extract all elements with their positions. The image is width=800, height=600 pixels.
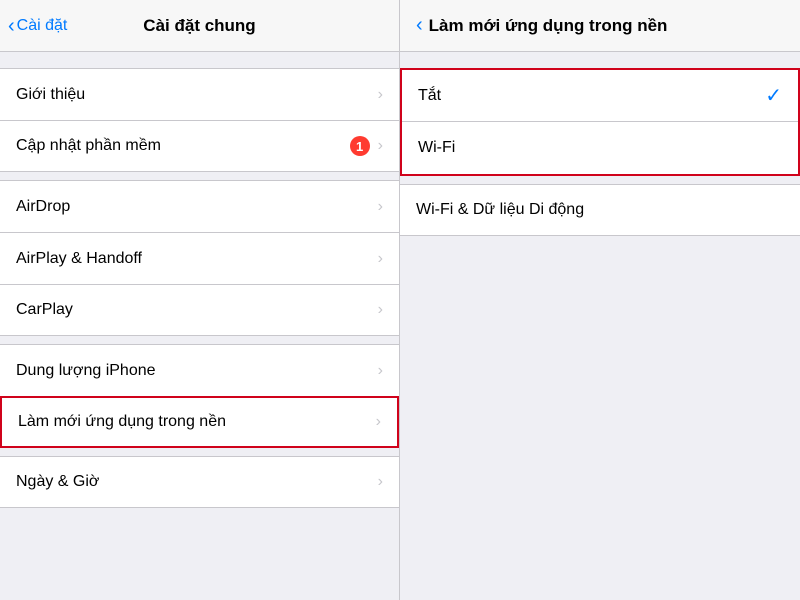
airdrop-chevron: › — [378, 198, 383, 216]
dung-luong-chevron: › — [378, 362, 383, 380]
ngay-gio-chevron: › — [378, 473, 383, 491]
left-nav-title: Cài đặt chung — [143, 16, 255, 36]
left-group-2: AirDrop › AirPlay & Handoff › CarPlay › — [0, 180, 399, 336]
left-item-lam-moi[interactable]: Làm mới ứng dụng trong nền › — [0, 396, 399, 448]
left-item-gioi-thieu[interactable]: Giới thiệu › — [0, 68, 399, 120]
left-item-carplay[interactable]: CarPlay › — [0, 284, 399, 336]
option-wifi[interactable]: Wi-Fi — [402, 122, 798, 174]
dung-luong-label: Dung lượng iPhone — [16, 362, 378, 380]
options-boxed-group: Tắt ✓ Wi-Fi — [400, 68, 800, 176]
left-item-airdrop[interactable]: AirDrop › — [0, 180, 399, 232]
left-item-dung-luong[interactable]: Dung lượng iPhone › — [0, 344, 399, 396]
carplay-label: CarPlay — [16, 301, 378, 319]
lam-moi-label: Làm mới ứng dụng trong nền — [18, 413, 376, 431]
wifi-label: Wi-Fi — [418, 139, 782, 157]
airplay-label: AirPlay & Handoff — [16, 250, 378, 268]
tat-label: Tắt — [418, 87, 765, 105]
cap-nhat-label: Cập nhật phần mềm — [16, 137, 350, 155]
option-wifi-data[interactable]: Wi-Fi & Dữ liệu Di động — [400, 184, 800, 236]
left-back-label: Cài đặt — [17, 17, 68, 35]
left-group-1: Giới thiệu › Cập nhật phần mềm 1 › — [0, 68, 399, 172]
lam-moi-chevron: › — [376, 413, 381, 431]
gioi-thieu-chevron: › — [378, 86, 383, 104]
left-item-cap-nhat[interactable]: Cập nhật phần mềm 1 › — [0, 120, 399, 172]
right-back-icon[interactable]: ‹ — [416, 14, 423, 37]
cap-nhat-chevron: › — [378, 137, 383, 155]
right-panel: ‹ Làm mới ứng dụng trong nền Tắt ✓ Wi-Fi… — [400, 0, 800, 600]
airdrop-label: AirDrop — [16, 198, 378, 216]
right-content: Tắt ✓ Wi-Fi Wi-Fi & Dữ liệu Di động — [400, 68, 800, 236]
left-nav-bar: ‹ Cài đặt Cài đặt chung — [0, 0, 399, 52]
left-back-button[interactable]: ‹ Cài đặt — [8, 16, 67, 36]
right-nav-bar: ‹ Làm mới ứng dụng trong nền — [400, 0, 800, 52]
tat-checkmark: ✓ — [765, 83, 782, 108]
left-group-3: Dung lượng iPhone › Làm mới ứng dụng tro… — [0, 344, 399, 448]
left-back-icon: ‹ — [8, 16, 15, 36]
carplay-chevron: › — [378, 301, 383, 319]
airplay-chevron: › — [378, 250, 383, 268]
wifi-data-label: Wi-Fi & Dữ liệu Di động — [416, 201, 784, 219]
right-nav-title: Làm mới ứng dụng trong nền — [429, 16, 668, 36]
option-tat[interactable]: Tắt ✓ — [402, 70, 798, 122]
left-panel: ‹ Cài đặt Cài đặt chung Giới thiệu › Cập… — [0, 0, 400, 600]
left-item-airplay[interactable]: AirPlay & Handoff › — [0, 232, 399, 284]
left-group-4: Ngày & Giờ › — [0, 456, 399, 508]
left-item-ngay-gio[interactable]: Ngày & Giờ › — [0, 456, 399, 508]
gioi-thieu-label: Giới thiệu — [16, 86, 378, 104]
cap-nhat-badge: 1 — [350, 136, 370, 156]
ngay-gio-label: Ngày & Giờ — [16, 473, 378, 491]
